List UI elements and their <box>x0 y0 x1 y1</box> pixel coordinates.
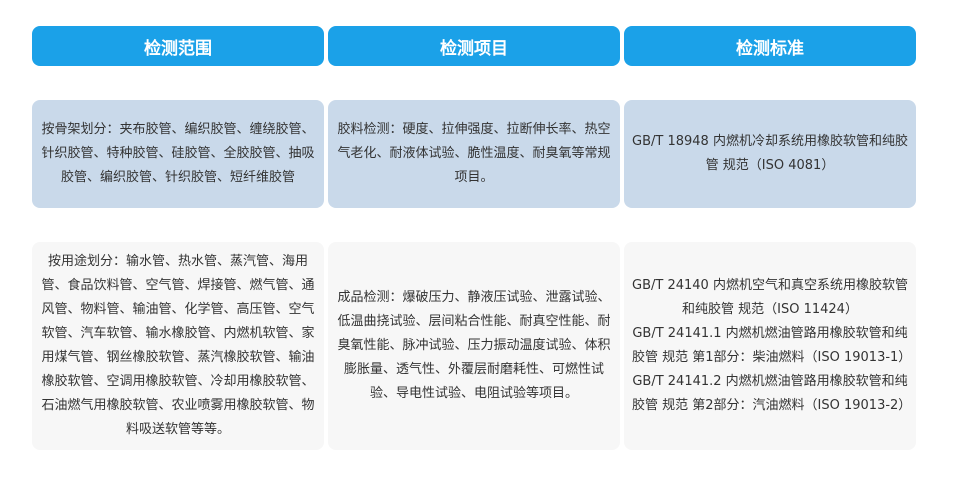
header-row: 检测范围 检测项目 检测标准 <box>32 26 916 66</box>
table-row: 按骨架划分：夹布胶管、编织胶管、缠绕胶管、针织胶管、特种胶管、硅胶管、全胶胶管、… <box>32 100 916 208</box>
standard-item: GB/T 24140 内燃机空气和真空系统用橡胶软管和纯胶管 规范（ISO 11… <box>632 278 908 317</box>
scope-text: 按骨架划分：夹布胶管、编织胶管、缠绕胶管、针织胶管、特种胶管、硅胶管、全胶胶管、… <box>41 122 315 185</box>
header-items: 检测项目 <box>328 26 620 66</box>
header-standards: 检测标准 <box>624 26 916 66</box>
standards-cell: GB/T 24140 内燃机空气和真空系统用橡胶软管和纯胶管 规范（ISO 11… <box>624 242 916 450</box>
items-text: 胶料检测：硬度、拉伸强度、拉断伸长率、热空气老化、耐液体试验、脆性温度、耐臭氧等… <box>337 122 611 185</box>
standards-cell: GB/T 18948 内燃机冷却系统用橡胶软管和纯胶管 规范（ISO 4081） <box>624 100 916 208</box>
items-cell: 成品检测：爆破压力、静液压试验、泄露试验、低温曲挠试验、层间粘合性能、耐真空性能… <box>328 242 620 450</box>
table-row: 按用途划分：输水管、热水管、蒸汽管、海用管、食品饮料管、空气管、焊接管、燃气管、… <box>32 242 916 450</box>
scope-cell: 按用途划分：输水管、热水管、蒸汽管、海用管、食品饮料管、空气管、焊接管、燃气管、… <box>32 242 324 450</box>
scope-text: 按用途划分：输水管、热水管、蒸汽管、海用管、食品饮料管、空气管、焊接管、燃气管、… <box>41 254 315 437</box>
inspection-table: 检测范围 检测项目 检测标准 按骨架划分：夹布胶管、编织胶管、缠绕胶管、针织胶管… <box>32 26 916 450</box>
items-cell: 胶料检测：硬度、拉伸强度、拉断伸长率、热空气老化、耐液体试验、脆性温度、耐臭氧等… <box>328 100 620 208</box>
standard-item: GB/T 18948 内燃机冷却系统用橡胶软管和纯胶管 规范（ISO 4081） <box>632 134 908 173</box>
standard-item: GB/T 24141.1 内燃机燃油管路用橡胶软管和纯胶管 规范 第1部分：柴油… <box>632 326 912 365</box>
scope-cell: 按骨架划分：夹布胶管、编织胶管、缠绕胶管、针织胶管、特种胶管、硅胶管、全胶胶管、… <box>32 100 324 208</box>
items-text: 成品检测：爆破压力、静液压试验、泄露试验、低温曲挠试验、层间粘合性能、耐真空性能… <box>337 290 611 401</box>
standard-item: GB/T 24141.2 内燃机燃油管路用橡胶软管和纯胶管 规范 第2部分：汽油… <box>632 374 912 413</box>
header-scope: 检测范围 <box>32 26 324 66</box>
